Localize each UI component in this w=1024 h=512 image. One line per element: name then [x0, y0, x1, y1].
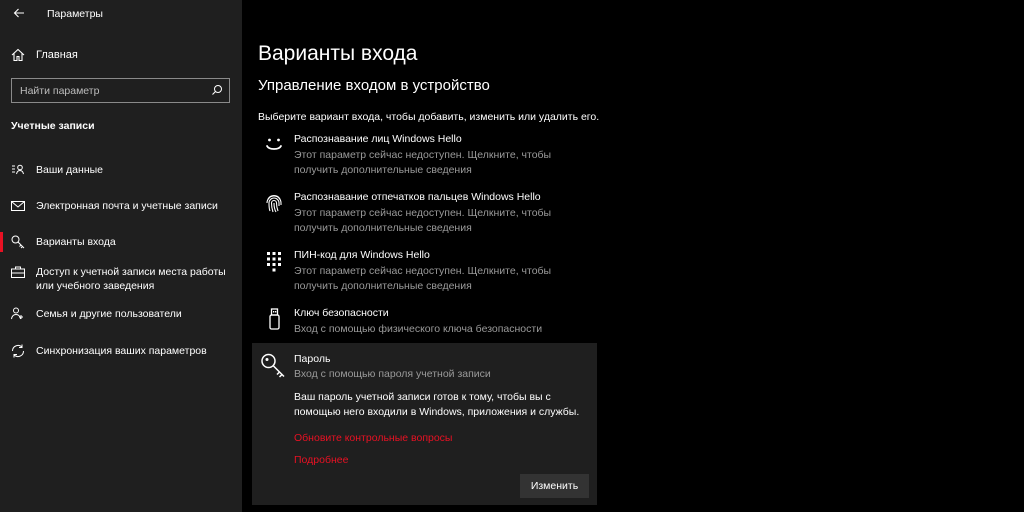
option-title: Распознавание отпечатков пальцев Windows…: [294, 191, 541, 203]
sidebar-item-your-info[interactable]: Ваши данные: [0, 157, 242, 183]
sync-icon: [11, 344, 25, 358]
password-info-text: Ваш пароль учетной записи готов к тому, …: [294, 391, 580, 418]
option-title: Ключ безопасности: [294, 307, 389, 319]
page-subtitle: Управление входом в устройство: [258, 77, 490, 94]
title-bar: Параметры: [0, 0, 242, 28]
option-description: Вход с помощью физического ключа безопас…: [294, 323, 543, 335]
sidebar-item-label: Доступ к учетной записи места работы или…: [36, 266, 226, 292]
active-indicator: [0, 232, 3, 252]
sidebar-item-label: Варианты входа: [36, 236, 116, 248]
sidebar-item-sync[interactable]: Синхронизация ваших параметров: [0, 338, 242, 364]
sidebar-item-label: Ваши данные: [36, 164, 103, 176]
password-panel[interactable]: Пароль Вход с помощью пароля учетной зап…: [252, 343, 597, 505]
face-icon: [266, 138, 282, 150]
search-box[interactable]: [11, 78, 230, 103]
option-pin[interactable]: ПИН-код для Windows Hello Этот параметр …: [258, 249, 598, 293]
sidebar-item-label: Семья и другие пользователи: [36, 308, 182, 320]
option-security-key[interactable]: Ключ безопасности Вход с помощью физичес…: [258, 307, 598, 337]
usb-key-icon: [269, 308, 280, 330]
mail-icon: [11, 201, 25, 211]
option-description: Этот параметр сейчас недоступен. Щелкнит…: [294, 207, 552, 234]
sidebar-item-label: Синхронизация ваших параметров: [36, 345, 207, 357]
sidebar: Параметры Главная Учетные записи Ваши да…: [0, 0, 242, 512]
briefcase-icon: [11, 266, 25, 278]
home-nav-item[interactable]: Главная: [0, 45, 242, 67]
update-security-questions-link[interactable]: Обновите контрольные вопросы: [294, 432, 452, 444]
sidebar-item-email[interactable]: Электронная почта и учетные записи: [0, 193, 242, 219]
sidebar-item-family[interactable]: Семья и другие пользователи: [0, 301, 242, 327]
change-password-button[interactable]: Изменить: [520, 474, 589, 498]
back-button[interactable]: [8, 3, 30, 23]
key-icon: [11, 235, 25, 249]
home-label: Главная: [36, 49, 78, 61]
section-header: Учетные записи: [11, 120, 95, 132]
user-info-icon: [12, 164, 24, 175]
app-title: Параметры: [47, 8, 103, 20]
sidebar-item-sign-in-options[interactable]: Варианты входа: [0, 229, 242, 255]
option-title: ПИН-код для Windows Hello: [294, 249, 430, 261]
main-content: Варианты входа Управление входом в устро…: [242, 0, 1024, 512]
page-title: Варианты входа: [258, 42, 418, 65]
option-description: Этот параметр сейчас недоступен. Щелкнит…: [294, 265, 552, 292]
family-icon: [11, 307, 23, 320]
password-description: Вход с помощью пароля учетной записи: [294, 368, 491, 380]
option-fingerprint[interactable]: Распознавание отпечатков пальцев Windows…: [258, 191, 598, 235]
pin-keypad-icon: [267, 252, 281, 272]
fingerprint-icon: [266, 195, 282, 213]
option-face-recognition[interactable]: Распознавание лиц Windows Hello Этот пар…: [258, 133, 598, 177]
home-icon: [11, 48, 25, 62]
sidebar-item-work-access[interactable]: Доступ к учетной записи места работы или…: [0, 259, 242, 295]
option-description: Этот параметр сейчас недоступен. Щелкнит…: [294, 149, 552, 176]
option-title: Распознавание лиц Windows Hello: [294, 133, 462, 145]
instruction-text: Выберите вариант входа, чтобы добавить, …: [258, 111, 600, 123]
password-key-icon: [261, 353, 285, 378]
password-title: Пароль: [294, 353, 331, 365]
sidebar-item-label: Электронная почта и учетные записи: [36, 200, 218, 212]
search-input[interactable]: [20, 83, 200, 98]
back-arrow-icon: [13, 8, 24, 18]
learn-more-link[interactable]: Подробнее: [294, 454, 348, 466]
search-icon: [212, 85, 222, 95]
